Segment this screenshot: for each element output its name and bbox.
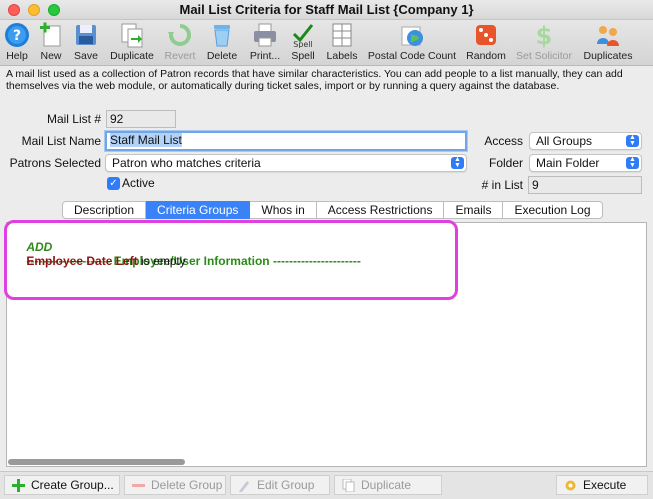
execute-label: Execute bbox=[583, 478, 627, 492]
set-solicitor-label: Set Solicitor bbox=[515, 50, 573, 62]
create-group-button[interactable]: Create Group... bbox=[4, 475, 120, 495]
delete-button[interactable]: Delete bbox=[204, 22, 240, 64]
zoom-window-button[interactable] bbox=[48, 4, 60, 16]
mail-list-name-input[interactable]: Staff Mail List bbox=[105, 131, 467, 151]
duplicate-group-label: Duplicate bbox=[361, 478, 412, 492]
tab-emails[interactable]: Emails bbox=[444, 201, 504, 219]
duplicates-label: Duplicates bbox=[583, 50, 633, 62]
trash-icon bbox=[209, 22, 235, 48]
help-icon: ? bbox=[4, 22, 30, 48]
help-label: Help bbox=[6, 50, 28, 62]
delete-label: Delete bbox=[206, 50, 238, 62]
duplicate-button[interactable]: Duplicate bbox=[108, 22, 156, 64]
duplicates-people-icon bbox=[595, 22, 621, 48]
help-button[interactable]: ? Help bbox=[2, 22, 32, 64]
tab-access-restrictions[interactable]: Access Restrictions bbox=[316, 201, 445, 219]
patrons-selected-label: Patrons Selected bbox=[9, 156, 101, 170]
new-label: New bbox=[40, 50, 62, 62]
mail-list-number-label: Mail List # bbox=[46, 112, 101, 126]
spell-check-icon: Spell bbox=[290, 22, 316, 49]
close-window-button[interactable] bbox=[8, 4, 20, 16]
save-icon bbox=[73, 22, 99, 48]
set-solicitor-button[interactable]: $ Set Solicitor bbox=[512, 22, 576, 64]
in-list-count-field: 9 bbox=[528, 176, 642, 194]
horizontal-scrollbar[interactable] bbox=[8, 459, 185, 465]
duplicate-label: Duplicate bbox=[110, 50, 154, 62]
mail-list-description: A mail list used as a collection of Patr… bbox=[6, 68, 623, 92]
chevron-updown-icon: ▲ ▼ bbox=[626, 156, 639, 169]
random-label: Random bbox=[466, 50, 506, 62]
title-bar: Mail List Criteria for Staff Mail List {… bbox=[0, 0, 653, 20]
spell-label: Spell bbox=[291, 50, 315, 62]
revert-button[interactable]: Revert bbox=[162, 22, 198, 64]
gear-icon bbox=[564, 479, 577, 492]
postal-code-count-button[interactable]: Postal Code Count bbox=[366, 22, 458, 64]
minus-icon bbox=[132, 479, 145, 492]
folder-value: Main Folder bbox=[536, 156, 600, 170]
chevron-updown-icon: ▲ ▼ bbox=[626, 134, 639, 147]
new-button[interactable]: New bbox=[36, 22, 66, 64]
dice-icon bbox=[473, 22, 499, 48]
in-list-label: # in List bbox=[481, 178, 523, 192]
save-button[interactable]: Save bbox=[70, 22, 102, 64]
postal-code-count-label: Postal Code Count bbox=[367, 50, 457, 62]
save-label: Save bbox=[74, 50, 98, 62]
labels-button[interactable]: Labels bbox=[324, 22, 360, 64]
printer-icon bbox=[252, 22, 278, 48]
toolbar: ? Help New Save Duplicate Revert Delete bbox=[0, 20, 653, 66]
tab-whos-in[interactable]: Whos in bbox=[250, 201, 317, 219]
annotation-highlight bbox=[4, 220, 458, 300]
pencil-icon bbox=[238, 479, 251, 492]
mail-list-name-value: Staff Mail List bbox=[110, 133, 182, 147]
labels-label: Labels bbox=[326, 50, 358, 62]
svg-text:$: $ bbox=[536, 22, 553, 48]
globe-icon bbox=[399, 22, 425, 48]
access-label: Access bbox=[484, 134, 523, 148]
minimize-window-button[interactable] bbox=[28, 4, 40, 16]
tab-bar: Description Criteria Groups Whos in Acce… bbox=[62, 201, 603, 219]
tab-execution-log[interactable]: Execution Log bbox=[503, 201, 603, 219]
tab-description[interactable]: Description bbox=[62, 201, 147, 219]
patrons-selected-value: Patron who matches criteria bbox=[112, 156, 261, 170]
create-group-label: Create Group... bbox=[31, 478, 114, 492]
window-title: Mail List Criteria for Staff Mail List {… bbox=[179, 2, 474, 17]
mail-list-name-label: Mail List Name bbox=[21, 134, 101, 148]
access-select[interactable]: All Groups ▲ ▼ bbox=[529, 132, 642, 150]
tab-criteria-groups[interactable]: Criteria Groups bbox=[146, 201, 251, 219]
random-button[interactable]: Random bbox=[464, 22, 508, 64]
svg-text:?: ? bbox=[13, 28, 21, 44]
folder-select[interactable]: Main Folder ▲ ▼ bbox=[529, 154, 642, 172]
duplicates-button[interactable]: Duplicates bbox=[582, 22, 634, 64]
duplicate-icon bbox=[342, 478, 355, 493]
active-label: Active bbox=[122, 176, 155, 190]
delete-group-button[interactable]: Delete Group bbox=[124, 475, 226, 495]
bottom-action-bar: Create Group... Delete Group Edit Group … bbox=[0, 471, 653, 499]
patrons-selected-select[interactable]: Patron who matches criteria ▲ ▼ bbox=[105, 154, 467, 172]
svg-text:Spell: Spell bbox=[293, 40, 313, 48]
chevron-updown-icon: ▲ ▼ bbox=[451, 156, 464, 169]
print-label: Print... bbox=[249, 50, 281, 62]
edit-group-button[interactable]: Edit Group bbox=[230, 475, 330, 495]
dollar-icon: $ bbox=[531, 22, 557, 50]
plus-icon bbox=[12, 479, 25, 492]
duplicate-group-button[interactable]: Duplicate bbox=[334, 475, 442, 495]
revert-label: Revert bbox=[164, 50, 196, 62]
print-button[interactable]: Print... bbox=[246, 22, 284, 64]
duplicate-icon bbox=[119, 22, 145, 48]
folder-label: Folder bbox=[488, 156, 523, 170]
mail-list-number-field: 92 bbox=[106, 110, 176, 128]
spell-button[interactable]: Spell Spell bbox=[288, 22, 318, 64]
revert-icon bbox=[167, 22, 193, 48]
delete-group-label: Delete Group bbox=[151, 478, 223, 492]
new-icon bbox=[38, 22, 64, 48]
active-checkbox[interactable]: ✓ bbox=[107, 177, 120, 190]
access-value: All Groups bbox=[536, 134, 593, 148]
labels-icon bbox=[329, 22, 355, 48]
execute-button[interactable]: Execute bbox=[556, 475, 648, 495]
edit-group-label: Edit Group bbox=[257, 478, 315, 492]
